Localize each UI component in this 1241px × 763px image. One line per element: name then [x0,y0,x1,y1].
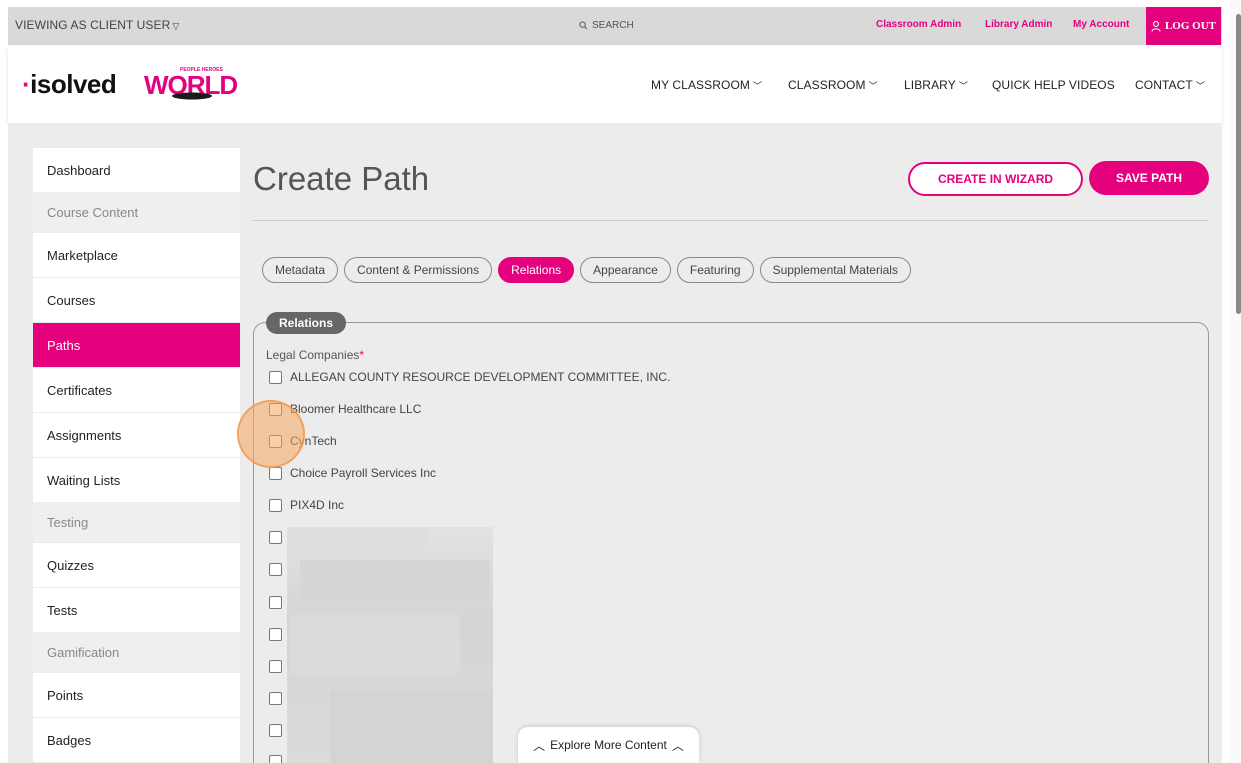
sidebar-item-courses[interactable]: Courses [33,278,240,323]
nav-my-classroom-label: MY CLASSROOM [651,78,750,92]
sidebar-item-dashboard[interactable]: Dashboard [33,148,240,193]
utility-bar: VIEWING AS CLIENT USER ▽ SEARCH Classroom… [8,7,1222,45]
company-name: PIX4D Inc [290,498,345,512]
chevron-down-icon: ﹀ [1195,81,1205,91]
top-search[interactable]: SEARCH [579,20,634,31]
tab-content-permissions[interactable]: Content & Permissions [344,257,493,283]
company-option-redacted[interactable] [269,692,282,705]
company-checkbox[interactable] [269,531,282,544]
company-option[interactable]: Choice Payroll Services Inc [269,466,436,480]
redacted-region [330,690,493,763]
company-option-redacted[interactable] [269,755,282,763]
library-admin-link[interactable]: Library Admin [985,19,1052,30]
chevron-up-icon: ︿ [533,738,546,753]
sidebar-section-testing: Testing [33,503,240,543]
logout-label: LOG OUT [1164,20,1217,32]
nav-my-classroom[interactable]: MY CLASSROOM ﹀ [651,78,762,92]
chevron-down-icon: ﹀ [753,81,763,91]
company-checkbox[interactable] [269,563,282,576]
company-option-redacted[interactable] [269,724,282,737]
isolved-logo-text: isolved [30,69,117,99]
company-checkbox[interactable] [269,370,282,384]
nav-library[interactable]: LIBRARY ﹀ [904,78,968,92]
company-checkbox[interactable] [269,660,282,673]
search-icon [579,21,588,30]
nav-contact-label: CONTACT [1135,78,1193,92]
classroom-admin-link[interactable]: Classroom Admin [876,19,961,30]
nav-quick-help-videos-label: QUICK HELP VIDEOS [992,78,1115,92]
redacted-region [287,527,427,555]
company-option-redacted[interactable] [269,660,282,673]
company-option[interactable]: PIX4D Inc [269,498,344,512]
title-divider [253,220,1209,221]
company-option[interactable]: ALLEGAN COUNTY RESOURCE DEVELOPMENT COMM… [269,370,670,384]
tab-supplemental-materials[interactable]: Supplemental Materials [759,257,911,283]
sidebar-item-waiting-lists[interactable]: Waiting Lists [33,458,240,503]
nav-classroom[interactable]: CLASSROOM ﹀ [788,78,878,92]
explore-more-content-button[interactable]: ︿ Explore More Content ︿ [518,727,699,763]
required-marker: * [359,348,365,362]
company-checkbox[interactable] [269,724,282,737]
nav-library-label: LIBRARY [904,78,956,92]
create-in-wizard-button[interactable]: CREATE IN WIZARD [908,162,1083,196]
redacted-region [300,560,490,600]
page-title: Create Path [253,160,430,197]
caret-down-icon: ▽ [172,21,180,31]
redacted-region [290,615,460,675]
sidebar-item-badges[interactable]: Badges [33,718,240,763]
sidebar-section-gamification: Gamification [33,633,240,673]
company-option-redacted[interactable] [269,628,282,641]
company-name: ALLEGAN COUNTY RESOURCE DEVELOPMENT COMM… [290,370,671,384]
tab-appearance[interactable]: Appearance [580,257,671,283]
sidebar-item-quizzes[interactable]: Quizzes [33,543,240,588]
legal-companies-label: Legal Companies* [266,348,364,362]
explore-more-label: Explore More Content [550,738,667,752]
sidebar-item-points[interactable]: Points [33,673,240,718]
sidebar-section-course-content: Course Content [33,193,240,233]
logout-button[interactable]: LOG OUT [1146,7,1221,45]
company-checkbox[interactable] [269,498,282,512]
relations-legend: Relations [266,312,347,334]
nav-classroom-label: CLASSROOM [788,78,866,92]
sidebar-item-marketplace[interactable]: Marketplace [33,233,240,278]
sidebar-item-tests[interactable]: Tests [33,588,240,633]
admin-sidebar: Dashboard Course Content Marketplace Cou… [33,148,240,763]
legal-companies-label-text: Legal Companies [266,348,360,362]
my-account-link[interactable]: My Account [1073,19,1129,30]
sidebar-item-certificates[interactable]: Certificates [33,368,240,413]
company-option-redacted[interactable] [269,531,282,544]
company-checkbox[interactable] [269,755,282,763]
company-checkbox[interactable] [269,466,282,480]
click-indicator [237,400,305,468]
chevron-up-icon: ︿ [671,738,684,753]
path-tabs: Metadata Content & Permissions Relations… [262,257,911,283]
tab-metadata[interactable]: Metadata [262,257,339,283]
tab-relations[interactable]: Relations [498,257,575,283]
viewing-as-dropdown[interactable]: VIEWING AS CLIENT USER ▽ [15,18,179,32]
company-checkbox[interactable] [269,692,282,705]
search-label: SEARCH [592,20,634,31]
company-option-redacted[interactable] [269,596,282,609]
company-option-redacted[interactable] [269,563,282,576]
company-checkbox[interactable] [269,596,282,609]
sidebar-item-assignments[interactable]: Assignments [33,413,240,458]
user-icon [1151,20,1161,32]
company-name: Choice Payroll Services Inc [290,466,437,480]
sidebar-item-paths[interactable]: Paths [33,323,240,368]
nav-quick-help-videos[interactable]: QUICK HELP VIDEOS [992,78,1115,92]
chevron-down-icon: ﹀ [868,81,878,91]
save-path-button[interactable]: SAVE PATH [1089,161,1209,195]
viewing-as-label: VIEWING AS CLIENT USER [15,18,171,32]
window-top-strip [0,0,1241,7]
company-checkbox[interactable] [269,628,282,641]
people-heroes-world-logo[interactable]: PEOPLE HEROES WORLD [142,63,240,103]
company-name: Bloomer Healthcare LLC [290,402,422,416]
tab-featuring[interactable]: Featuring [676,257,754,283]
chevron-down-icon: ﹀ [958,81,968,91]
scrollbar-thumb[interactable] [1236,14,1241,314]
isolved-logo[interactable]: ·isolved [22,69,117,100]
nav-contact[interactable]: CONTACT ﹀ [1135,78,1205,92]
main-header: ·isolved PEOPLE HEROES WORLD MY CLASSROO… [8,45,1222,123]
